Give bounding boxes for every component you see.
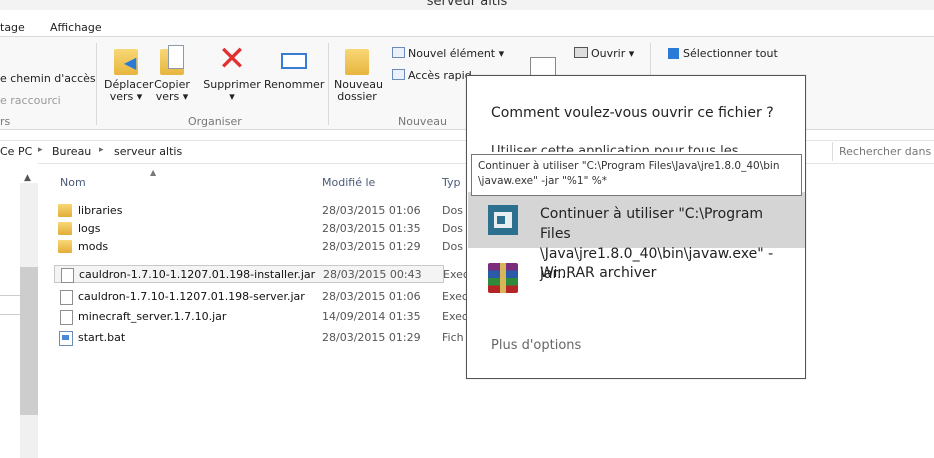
jar-file-icon xyxy=(60,310,73,325)
file-type: Dos xyxy=(442,204,463,217)
copy-path-button[interactable]: e chemin d'accès xyxy=(0,72,96,85)
file-row[interactable]: logs 28/03/2015 01:35 Dos xyxy=(54,220,463,238)
winrar-icon xyxy=(488,263,518,293)
folder-icon xyxy=(58,240,72,253)
open-label: Ouvrir ▾ xyxy=(591,47,635,60)
move-to-button[interactable]: ◀ Déplacer vers ▾ xyxy=(104,43,153,103)
clipboard-group-label: rs xyxy=(0,115,11,128)
tooltip-line-2: \javaw.exe" -jar "%1" %* xyxy=(478,175,607,187)
file-date: 28/03/2015 00:43 xyxy=(323,268,422,281)
file-name: cauldron-1.7.10-1.1207.01.198-server.jar xyxy=(78,290,305,303)
always-use-checkbox-label[interactable]: Utiliser cette application pour tous les xyxy=(491,144,739,152)
copy-to-sub: vers ▾ xyxy=(155,90,189,103)
rename-button[interactable]: Renommer xyxy=(264,43,325,91)
file-row[interactable]: cauldron-1.7.10-1.1207.01.198-server.jar… xyxy=(54,288,468,306)
file-date: 28/03/2015 01:35 xyxy=(322,222,421,235)
move-folder-icon: ◀ xyxy=(110,43,142,75)
scroll-up-arrow-icon[interactable]: ▲ xyxy=(24,173,31,183)
easy-access-icon xyxy=(392,69,405,80)
search-input[interactable]: Rechercher dans : xyxy=(832,142,934,161)
column-header-modified[interactable]: Modifié le xyxy=(322,176,375,189)
file-date: 28/03/2015 01:06 xyxy=(322,204,421,217)
open-button[interactable]: Ouvrir ▾ xyxy=(574,47,634,60)
new-item-icon xyxy=(392,47,405,58)
file-type: Fich xyxy=(442,331,464,344)
batch-file-icon xyxy=(59,331,73,346)
java-option-tooltip: Continuer à utiliser "C:\Program Files\J… xyxy=(471,154,802,196)
file-row[interactable]: minecraft_server.1.7.10.jar 14/09/2014 0… xyxy=(54,308,468,326)
column-header-type[interactable]: Typ xyxy=(442,176,461,189)
new-folder-line2: dossier xyxy=(337,90,377,103)
nav-scrollbar-thumb[interactable] xyxy=(20,267,38,415)
option-java[interactable]: Continuer à utiliser "C:\Program Files \… xyxy=(468,192,805,282)
file-date: 14/09/2014 01:35 xyxy=(322,310,421,323)
select-all-label: Sélectionner tout xyxy=(683,47,778,60)
organize-group-label: Organiser xyxy=(188,115,242,128)
breadcrumb-current-folder[interactable]: serveur altis xyxy=(114,145,182,158)
menu-bar: tage Affichage xyxy=(0,10,934,37)
ribbon-divider xyxy=(328,43,329,125)
copy-folder-icon xyxy=(156,43,188,75)
menu-tab-partage[interactable]: tage xyxy=(0,21,25,34)
new-group-label: Nouveau xyxy=(398,115,447,128)
file-row[interactable]: mods 28/03/2015 01:29 Dos xyxy=(54,238,463,256)
breadcrumb-chevron-icon[interactable]: ▸ xyxy=(99,145,104,155)
file-name: logs xyxy=(78,222,101,235)
file-name: start.bat xyxy=(78,331,126,344)
window-title: serveur altis xyxy=(426,0,508,9)
breadcrumb-chevron-icon[interactable]: ▸ xyxy=(38,145,43,155)
new-folder-button[interactable]: Nouveau dossier xyxy=(334,43,383,103)
folder-icon xyxy=(58,222,72,235)
ribbon-divider xyxy=(96,43,97,125)
sort-ascending-icon: ▲ xyxy=(150,168,157,177)
rename-label: Renommer xyxy=(264,78,325,91)
title-bar: serveur altis xyxy=(0,0,934,10)
select-all-icon xyxy=(668,48,679,59)
delete-button[interactable]: ✕ Supprimer ▾ xyxy=(203,39,261,103)
navigation-pane: ▲ xyxy=(0,163,38,458)
new-item-button[interactable]: Nouvel élément ▾ xyxy=(392,47,504,60)
delete-x-icon: ✕ xyxy=(217,39,247,79)
file-date: 28/03/2015 01:29 xyxy=(322,240,421,253)
file-type: Exec xyxy=(442,290,468,303)
rename-icon xyxy=(277,43,309,75)
folder-icon xyxy=(58,204,72,217)
delete-sub: ▾ xyxy=(229,90,235,103)
file-row[interactable]: libraries 28/03/2015 01:06 Dos xyxy=(54,202,463,220)
move-to-sub: vers ▾ xyxy=(109,90,143,103)
easy-access-label: Accès rapid xyxy=(408,69,472,82)
file-type: Dos xyxy=(442,222,463,235)
more-options-link[interactable]: Plus d'options xyxy=(491,338,581,353)
file-name: libraries xyxy=(78,204,123,217)
file-date: 28/03/2015 01:29 xyxy=(322,331,421,344)
new-folder-icon xyxy=(341,43,373,75)
select-all-button[interactable]: Sélectionner tout xyxy=(668,47,778,60)
option-winrar[interactable]: WinRAR archiver xyxy=(468,250,805,306)
file-row[interactable]: start.bat 28/03/2015 01:29 Fich xyxy=(54,329,464,347)
copy-to-button[interactable]: Copier vers ▾ xyxy=(152,43,192,103)
menu-tab-affichage[interactable]: Affichage xyxy=(50,21,102,34)
file-type: Dos xyxy=(442,240,463,253)
file-name: cauldron-1.7.10-1.1207.01.198-installer.… xyxy=(79,268,316,281)
nav-tree-item[interactable] xyxy=(0,295,21,315)
column-header-name[interactable]: Nom xyxy=(60,176,86,189)
file-type: Exec xyxy=(442,310,468,323)
open-with-dialog: Comment voulez-vous ouvrir ce fichier ? … xyxy=(466,75,806,379)
jar-file-icon xyxy=(60,290,73,305)
breadcrumb-this-pc[interactable]: Ce PC xyxy=(0,145,32,158)
paste-shortcut-button[interactable]: e raccourci xyxy=(0,94,61,107)
jar-file-icon xyxy=(61,268,74,283)
option-winrar-label: WinRAR archiver xyxy=(540,265,657,281)
open-icon xyxy=(574,47,588,58)
easy-access-button[interactable]: Accès rapid xyxy=(392,69,472,82)
file-name: mods xyxy=(78,240,109,253)
file-name: minecraft_server.1.7.10.jar xyxy=(78,310,227,323)
file-row-selected[interactable]: cauldron-1.7.10-1.1207.01.198-installer.… xyxy=(54,265,469,283)
file-date: 28/03/2015 01:06 xyxy=(322,290,421,303)
dialog-title: Comment voulez-vous ouvrir ce fichier ? xyxy=(491,105,774,121)
breadcrumb-desktop[interactable]: Bureau xyxy=(52,145,91,158)
new-item-label: Nouvel élément ▾ xyxy=(408,47,505,60)
tooltip-line-1: Continuer à utiliser "C:\Program Files\J… xyxy=(478,160,780,172)
java-app-icon xyxy=(488,205,518,235)
